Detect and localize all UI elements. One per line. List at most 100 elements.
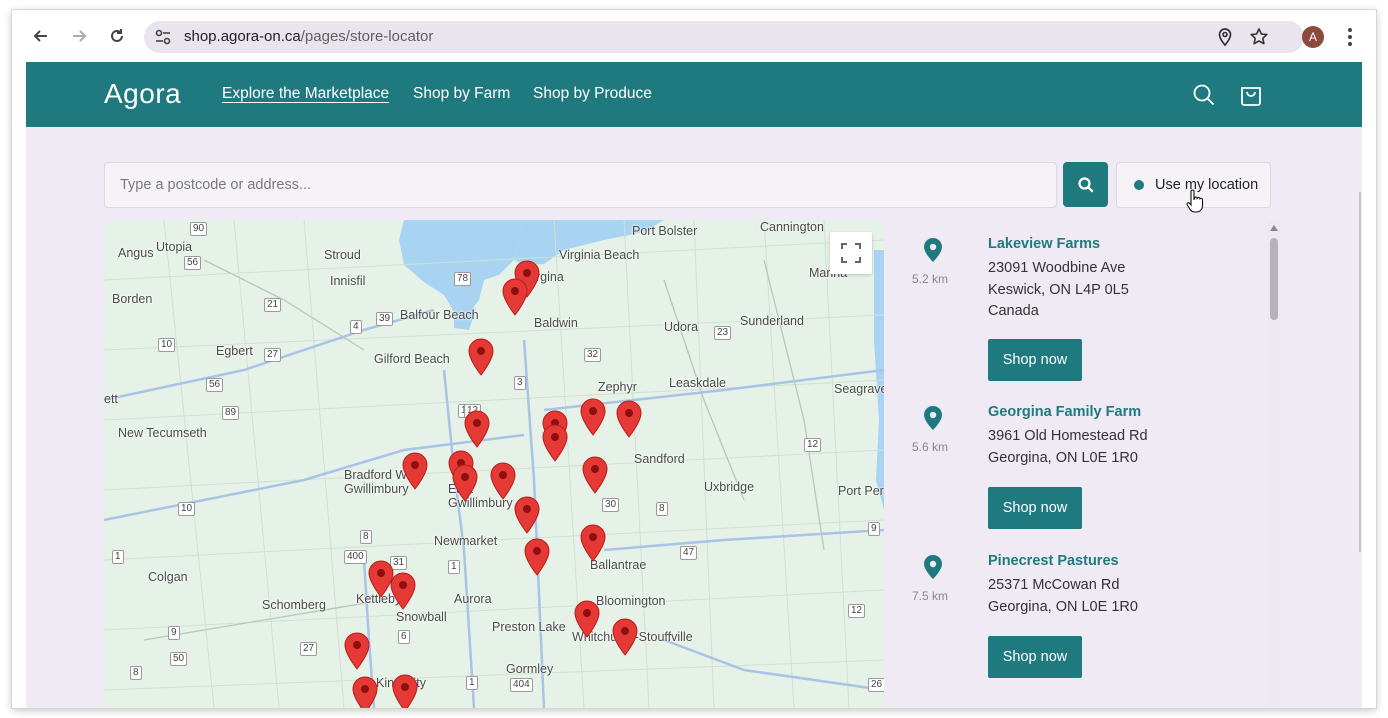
map-pin-icon[interactable] [582, 456, 608, 494]
kebab-menu-icon[interactable] [1342, 24, 1358, 50]
store-address-line: Georgina, ON L0E 1R0 [988, 598, 1138, 615]
url-path: /pages/store-locator [300, 28, 434, 45]
map-label-colgan: Colgan [148, 570, 188, 584]
road-shield: 4 [350, 320, 362, 334]
bookmark-star-icon[interactable] [1248, 26, 1270, 48]
map-label-snowball: Snowball [396, 610, 447, 624]
store-address-line: 3961 Old Homestead Rd [988, 428, 1148, 444]
road-shield: 3 [514, 376, 526, 390]
map-label-innisfil: Innisfil [330, 274, 366, 288]
road-shield: 89 [222, 406, 240, 420]
map-label-aurora: Aurora [454, 592, 492, 606]
road-shield: 26 [868, 678, 884, 692]
road-shield: 1 [448, 560, 460, 574]
cart-icon[interactable] [1238, 82, 1264, 108]
store-list-scroll-thumb[interactable] [1270, 238, 1278, 320]
map-pin-icon[interactable] [352, 676, 378, 708]
map-pin-icon[interactable] [344, 632, 370, 670]
scroll-up-arrow-icon[interactable] [1269, 224, 1279, 232]
road-shield: 404 [510, 678, 533, 692]
postcode-search-input[interactable] [104, 162, 1057, 208]
map-pin-icon[interactable] [502, 278, 528, 316]
url-host: shop.agora-on.ca [184, 28, 301, 45]
map-label-virginia-beach: Virginia Beach [559, 248, 640, 262]
map-pin-icon[interactable] [402, 452, 428, 490]
map-pin-icon[interactable] [514, 496, 540, 534]
map-pin-icon[interactable] [464, 410, 490, 448]
shop-now-button[interactable]: Shop now [988, 339, 1082, 381]
store-pin-icon [924, 406, 942, 430]
map-label-gilford-beach: Gilford Beach [374, 352, 450, 366]
map-label-gormley: Gormley [506, 662, 554, 676]
search-icon[interactable] [1191, 82, 1217, 108]
road-shield: 32 [584, 348, 602, 362]
location-icon[interactable] [1214, 26, 1236, 48]
site-logo[interactable]: Agora [104, 78, 181, 110]
page-scrollbar[interactable] [1359, 192, 1361, 552]
map-pin-icon[interactable] [580, 524, 606, 562]
map-pin-icon[interactable] [612, 618, 638, 656]
store-distance: 5.6 km [911, 440, 948, 454]
use-my-location-label: Use my location [1155, 177, 1259, 193]
store-map[interactable]: Angus Utopia Stroud Innisfil Borden Egbe… [104, 220, 884, 708]
map-label-seagrave: Seagrave [834, 382, 884, 396]
map-label-new-tecumseth: New Tecumseth [118, 426, 207, 440]
road-shield: 30 [602, 498, 620, 512]
map-pin-icon[interactable] [574, 600, 600, 638]
map-fullscreen-button[interactable] [830, 232, 872, 274]
map-label-port-bolster: Port Bolster [632, 224, 698, 238]
map-label-egbert: Egbert [216, 344, 253, 358]
store-address-line: Canada [988, 303, 1039, 319]
road-shield: 90 [190, 222, 208, 236]
map-pin-icon[interactable] [542, 424, 568, 462]
map-pin-icon[interactable] [524, 538, 550, 576]
search-submit-button[interactable] [1063, 162, 1108, 207]
forward-icon[interactable] [66, 23, 92, 49]
map-pin-icon[interactable] [490, 462, 516, 500]
profile-avatar[interactable]: A [1302, 26, 1324, 48]
map-label-newmarket: Newmarket [434, 534, 498, 548]
map-label-preston-lake: Preston Lake [492, 620, 566, 634]
shop-now-button[interactable]: Shop now [988, 487, 1082, 529]
reload-icon[interactable] [104, 23, 130, 49]
nav-explore-marketplace[interactable]: Explore the Marketplace [222, 85, 389, 103]
map-pin-icon[interactable] [616, 400, 642, 438]
site-info-icon[interactable] [152, 26, 174, 48]
map-label-stroud: Stroud [324, 248, 361, 262]
road-shield: 56 [206, 378, 224, 392]
nav-shop-by-produce[interactable]: Shop by Produce [533, 85, 652, 103]
store-address-line: 25371 McCowan Rd [988, 577, 1120, 593]
nav-shop-by-farm[interactable]: Shop by Farm [413, 85, 510, 103]
store-name[interactable]: Pinecrest Pastures [988, 553, 1119, 569]
map-pin-icon[interactable] [580, 398, 606, 436]
shop-now-button[interactable]: Shop now [988, 636, 1082, 678]
store-name[interactable]: Lakeview Farms [988, 236, 1100, 252]
map-label-bloomington: Bloomington [596, 594, 666, 608]
map-pin-icon[interactable] [468, 338, 494, 376]
map-pin-icon[interactable] [392, 674, 418, 708]
store-list[interactable]: 5.2 km Lakeview Farms 23091 Woodbine Ave… [904, 220, 1264, 708]
road-shield: 27 [264, 348, 282, 362]
store-pin-icon [924, 238, 942, 262]
map-label-ett: ett [104, 392, 118, 406]
road-shield: 12 [848, 604, 866, 618]
store-address: 3961 Old Homestead Rd Georgina, ON L0E 1… [988, 426, 1148, 469]
map-pin-icon[interactable] [452, 464, 478, 502]
store-name[interactable]: Georgina Family Farm [988, 404, 1141, 420]
map-label-utopia: Utopia [156, 240, 193, 254]
map-label-cannington: Cannington [760, 220, 824, 234]
store-address: 23091 Woodbine Ave Keswick, ON L4P 0L5 C… [988, 258, 1129, 323]
back-icon[interactable] [28, 23, 54, 49]
map-label-zephyr: Zephyr [598, 380, 637, 394]
hand-cursor-icon [1186, 189, 1204, 213]
store-distance: 7.5 km [911, 589, 948, 603]
map-label-port-per: Port Per [838, 484, 884, 498]
map-label-uxbridge: Uxbridge [704, 480, 755, 494]
store-address: 25371 McCowan Rd Georgina, ON L0E 1R0 [988, 575, 1138, 618]
map-label-udora: Udora [664, 320, 699, 334]
map-pin-icon[interactable] [390, 572, 416, 610]
address-bar[interactable]: shop.agora-on.ca/pages/store-locator [144, 21, 1304, 53]
road-shield: 27 [300, 642, 318, 656]
fullscreen-icon [841, 243, 861, 263]
map-label-rgina: rgina [536, 270, 564, 284]
